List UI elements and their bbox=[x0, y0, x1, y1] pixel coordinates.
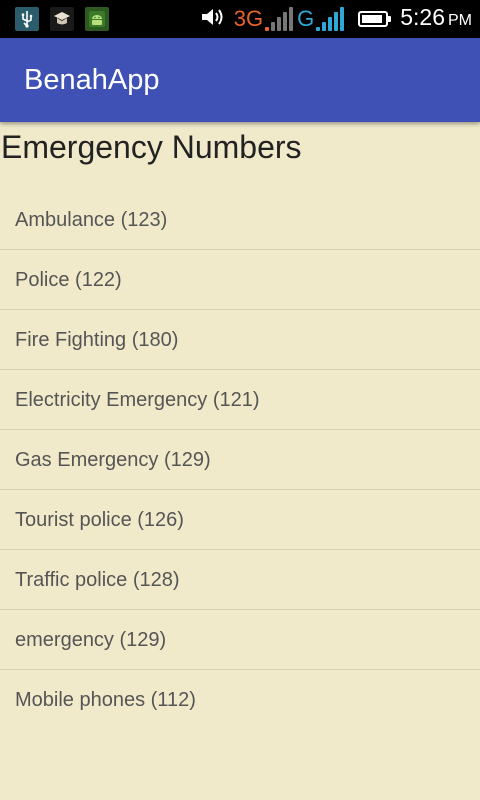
status-indicators: 3G G 5:26 PM bbox=[200, 0, 472, 38]
page-title: Emergency Numbers bbox=[1, 129, 302, 165]
network-3g-label: 3G bbox=[233, 6, 264, 31]
notification-icons bbox=[15, 7, 109, 31]
list-item-mobile-phones[interactable]: Mobile phones (112) bbox=[0, 670, 480, 730]
app-title: BenahApp bbox=[24, 64, 160, 96]
clock: 5:26 PM bbox=[400, 0, 472, 40]
status-bar: 3G G 5:26 PM bbox=[0, 0, 480, 38]
list-item-ambulance[interactable]: Ambulance (123) bbox=[0, 190, 480, 250]
emergency-numbers-list: Ambulance (123) Police (122) Fire Fighti… bbox=[0, 190, 480, 730]
battery-icon bbox=[358, 11, 392, 27]
list-item-police[interactable]: Police (122) bbox=[0, 250, 480, 310]
usb-icon bbox=[15, 7, 39, 31]
list-item-traffic-police[interactable]: Traffic police (128) bbox=[0, 550, 480, 610]
app-bar: BenahApp bbox=[0, 38, 480, 122]
list-item-gas-emergency[interactable]: Gas Emergency (129) bbox=[0, 430, 480, 490]
list-item-tourist-police[interactable]: Tourist police (126) bbox=[0, 490, 480, 550]
network-g-label: G bbox=[297, 6, 315, 31]
hat-icon bbox=[50, 7, 74, 31]
list-item-fire-fighting[interactable]: Fire Fighting (180) bbox=[0, 310, 480, 370]
signal-icon-1 bbox=[265, 7, 294, 31]
list-item-emergency[interactable]: emergency (129) bbox=[0, 610, 480, 670]
volume-icon bbox=[200, 6, 228, 32]
android-icon bbox=[85, 7, 109, 31]
clock-time: 5:26 bbox=[400, 4, 445, 30]
signal-icon-2 bbox=[316, 7, 345, 31]
clock-ampm: PM bbox=[448, 12, 472, 29]
list-item-electricity-emergency[interactable]: Electricity Emergency (121) bbox=[0, 370, 480, 430]
